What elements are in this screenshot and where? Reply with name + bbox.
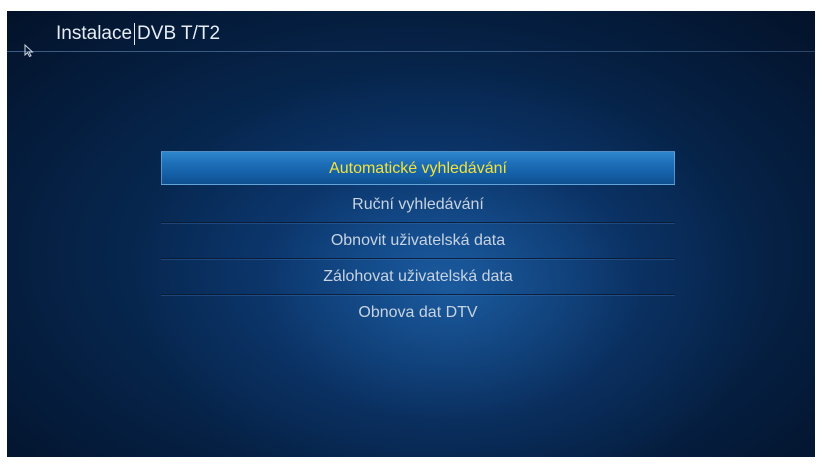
page-title: Instalace DVB T/T2	[56, 23, 220, 45]
menu-item-label: Obnovit uživatelská data	[330, 232, 506, 249]
mouse-pointer-icon	[24, 44, 34, 58]
tv-screen: Instalace DVB T/T2 Automatické vyhledává…	[7, 11, 815, 457]
header-divider	[7, 51, 815, 52]
breadcrumb-section: Instalace	[56, 23, 133, 44]
menu-item-manual-scan[interactable]: Ruční vyhledávání	[161, 187, 675, 223]
breadcrumb-subsection: DVB T/T2	[137, 23, 221, 44]
install-menu: Automatické vyhledávání Ruční vyhledáván…	[161, 151, 675, 331]
menu-item-automatic-scan[interactable]: Automatické vyhledávání	[161, 151, 675, 185]
header-bar: Instalace DVB T/T2	[7, 11, 815, 58]
menu-item-restore-user-data[interactable]: Obnovit uživatelská data	[161, 223, 675, 259]
menu-item-label: Obnova dat DTV	[358, 304, 478, 321]
menu-item-label: Ruční vyhledávání	[352, 196, 484, 213]
menu-item-restore-dtv-data[interactable]: Obnova dat DTV	[161, 295, 675, 331]
menu-item-backup-user-data[interactable]: Zálohovat uživatelská data	[161, 259, 675, 295]
menu-item-label: Automatické vyhledávání	[329, 160, 507, 177]
menu-item-label: Zálohovat uživatelská data	[323, 268, 513, 285]
breadcrumb-separator	[134, 23, 136, 45]
